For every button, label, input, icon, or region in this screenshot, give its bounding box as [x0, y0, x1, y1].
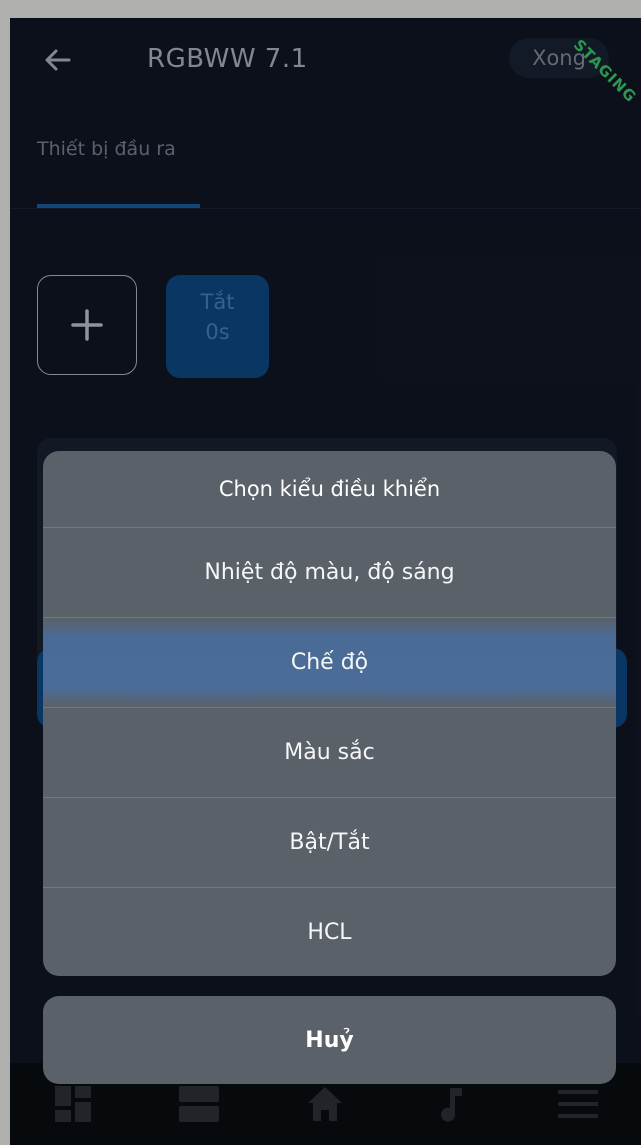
cancel-button[interactable]: Huỷ: [43, 996, 616, 1084]
option-on-off[interactable]: Bật/Tắt: [43, 798, 616, 888]
option-hcl[interactable]: HCL: [43, 888, 616, 976]
action-sheet-title: Chọn kiểu điều khiển: [43, 451, 616, 528]
option-color-temperature-brightness[interactable]: Nhiệt độ màu, độ sáng: [43, 528, 616, 618]
option-mode[interactable]: Chế độ: [43, 618, 616, 708]
option-color[interactable]: Màu sắc: [43, 708, 616, 798]
action-sheet: Chọn kiểu điều khiển Nhiệt độ màu, độ sá…: [43, 451, 616, 976]
